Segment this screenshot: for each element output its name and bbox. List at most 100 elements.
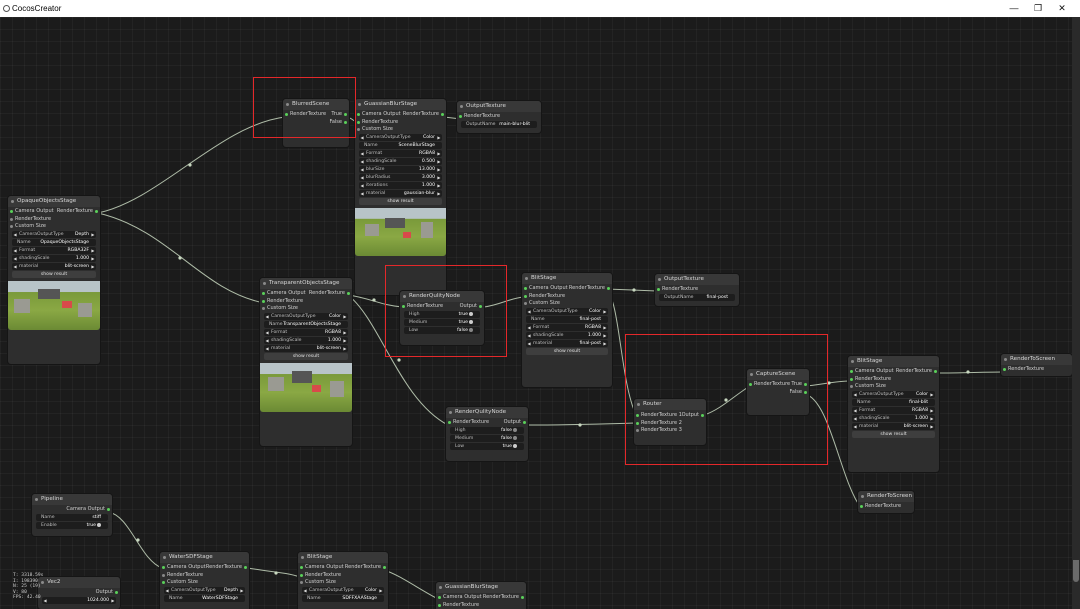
arrow-right-icon[interactable]: ▶ [930,391,933,398]
arrow-left-icon[interactable]: ◀ [266,345,269,352]
name-field[interactable]: Name final-blit [852,399,935,406]
input-pin[interactable] [850,377,854,381]
arrow-left-icon[interactable]: ◀ [361,150,364,157]
camera-output-type-field[interactable]: ◀ CameraOutputType Color ▶ [359,134,442,141]
close-button[interactable]: ✕ [1051,1,1073,16]
shading-scale-field[interactable]: ◀ shadingScale 1.000 ▶ [12,255,96,262]
render-quality-node[interactable]: RenderQulityNode RenderTexture Output Hig… [446,407,528,461]
arrow-right-icon[interactable]: ▶ [111,597,114,604]
material-field[interactable]: ◀ material final-post ▶ [526,340,608,347]
input-pin[interactable] [300,573,304,577]
high-toggle[interactable]: High false [450,427,524,434]
arrow-left-icon[interactable]: ◀ [361,166,364,173]
name-field[interactable]: Name OpaqueObjectsStage [12,239,96,246]
arrow-right-icon[interactable]: ▶ [437,158,440,165]
output-pin[interactable] [94,210,98,214]
input-pin[interactable] [524,302,528,306]
output-pin[interactable] [440,113,444,117]
arrow-left-icon[interactable]: ◀ [14,263,17,270]
arrow-left-icon[interactable]: ◀ [528,332,531,339]
input-pin[interactable] [459,115,463,119]
arrow-left-icon[interactable]: ◀ [14,255,17,262]
format-field[interactable]: ◀ Format RGBA8 ▶ [526,324,608,331]
arrow-left-icon[interactable]: ◀ [854,391,857,398]
arrow-right-icon[interactable]: ▶ [343,329,346,336]
arrow-right-icon[interactable]: ▶ [91,247,94,254]
arrow-right-icon[interactable]: ▶ [930,407,933,414]
arrow-right-icon[interactable]: ▶ [91,231,94,238]
opaque-objects-stage-node[interactable]: OpaqueObjectsStage Camera Output RenderTe… [8,196,100,364]
arrow-right-icon[interactable]: ▶ [930,423,933,430]
format-field[interactable]: ◀ Format RGBA8 ▶ [264,329,348,336]
arrow-right-icon[interactable]: ▶ [437,182,440,189]
toggle-icon[interactable] [513,443,517,448]
blit-stage-node[interactable]: BlitStage Camera Output RenderTexture Ren… [522,273,612,387]
arrow-right-icon[interactable]: ▶ [240,587,243,594]
blit-stage-node[interactable]: BlitStage Camera Output RenderTexture Ren… [848,356,939,472]
output-pin[interactable] [382,566,386,570]
shading-scale-field[interactable]: ◀ shadingScale 1.000 ▶ [264,337,348,344]
camera-output-type-field[interactable]: ◀ CameraOutputType Depth ▶ [164,587,245,594]
show-result-button[interactable]: show result [264,353,348,360]
show-result-button[interactable]: show result [359,198,442,205]
shading-scale-field[interactable]: ◀ shadingScale 1.000 ▶ [852,415,935,422]
iterations-field[interactable]: ◀ iterations 1.000 ▶ [359,182,442,189]
arrow-right-icon[interactable]: ▶ [437,134,440,141]
material-field[interactable]: ◀ material blit-screen ▶ [12,263,96,270]
format-field[interactable]: ◀ Format RGBA8 ▶ [359,150,442,157]
arrow-right-icon[interactable]: ▶ [603,308,606,315]
arrow-left-icon[interactable]: ◀ [854,407,857,414]
name-field[interactable]: Name final-post [526,316,608,323]
name-field[interactable]: Name SDFFXAAStage [302,595,384,602]
minimize-button[interactable]: — [1003,1,1025,16]
input-pin[interactable] [438,596,442,600]
arrow-right-icon[interactable]: ▶ [343,313,346,320]
camera-output-type-field[interactable]: ◀ CameraOutputType Color ▶ [264,313,348,320]
input-pin[interactable] [524,294,528,298]
output-texture-node[interactable]: OutputTexture RenderTexture OutputName ma… [457,101,541,133]
arrow-right-icon[interactable]: ▶ [603,324,606,331]
name-field[interactable]: Name WaterSDFStage [164,595,245,602]
arrow-left-icon[interactable]: ◀ [266,313,269,320]
name-field[interactable]: Name SceneBlurStage [359,142,442,149]
shading-scale-field[interactable]: ◀ shadingScale 1.000 ▶ [526,332,608,339]
input-pin[interactable] [162,573,166,577]
camera-output-type-field[interactable]: ◀ CameraOutputType Color ▶ [526,308,608,315]
input-pin[interactable] [10,210,14,214]
output-pin[interactable] [243,566,247,570]
transparent-objects-stage-node[interactable]: TransparentObjectsStage Camera Output Ren… [260,278,352,446]
arrow-left-icon[interactable]: ◀ [14,231,17,238]
input-pin[interactable] [357,113,361,117]
format-field[interactable]: ◀ Format RGBA8 ▶ [852,407,935,414]
input-pin[interactable] [262,292,266,296]
name-field[interactable]: Name stiff [36,514,108,521]
arrow-left-icon[interactable]: ◀ [166,587,169,594]
material-field[interactable]: ◀ material gaussian-blur ▶ [359,190,442,197]
show-result-button[interactable]: show result [12,271,96,278]
input-pin[interactable] [850,370,854,374]
arrow-left-icon[interactable]: ◀ [266,337,269,344]
arrow-left-icon[interactable]: ◀ [854,423,857,430]
enable-toggle[interactable]: Enable true [36,522,108,529]
pipeline-node[interactable]: Pipeline Camera Output Name stiff Enable t… [32,494,112,536]
arrow-right-icon[interactable]: ▶ [437,150,440,157]
restore-button[interactable]: ❐ [1027,1,1049,16]
camera-output-type-field[interactable]: ◀ CameraOutputType Color ▶ [302,587,384,594]
input-pin[interactable] [300,566,304,570]
output-pin[interactable] [522,421,526,425]
input-pin[interactable] [1003,368,1007,372]
input-pin[interactable] [524,287,528,291]
arrow-right-icon[interactable]: ▶ [603,340,606,347]
water-sdf-stage-node[interactable]: WaterSDFStage Camera Output RenderTexture… [160,552,249,609]
arrow-left-icon[interactable]: ◀ [266,329,269,336]
arrow-right-icon[interactable]: ▶ [91,263,94,270]
arrow-left-icon[interactable]: ◀ [14,247,17,254]
input-pin[interactable] [262,307,266,311]
arrow-left-icon[interactable]: ◀ [361,174,364,181]
vec2-value-field[interactable]: ◀ 1024.000 ▶ [42,597,116,604]
scrollbar-thumb[interactable] [1073,560,1079,582]
low-toggle[interactable]: Low true [450,443,524,450]
input-pin[interactable] [10,217,14,221]
output-name-field[interactable]: OutputName main-blur-blit [461,121,537,128]
arrow-right-icon[interactable]: ▶ [91,255,94,262]
